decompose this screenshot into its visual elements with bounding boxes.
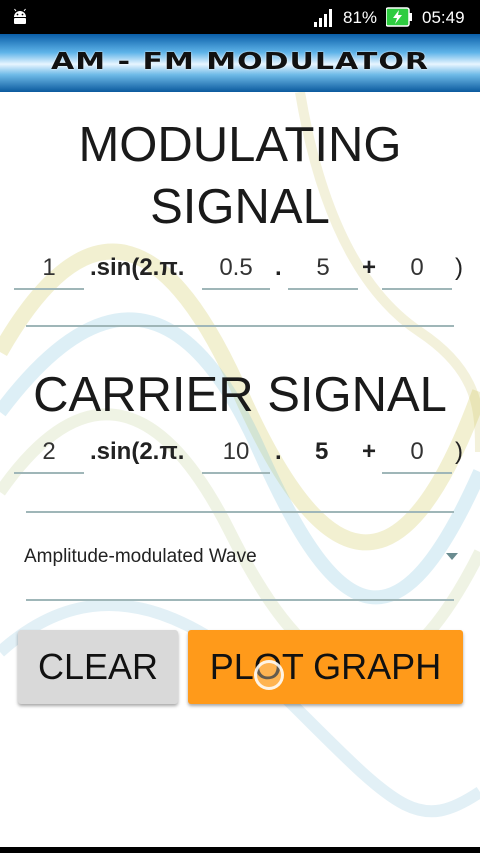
dropdown-arrow-icon <box>446 553 458 560</box>
battery-percentage: 81% <box>343 8 378 27</box>
dropdown-divider <box>26 599 454 601</box>
app-banner: AM - FM MODULATOR <box>0 34 480 92</box>
carrier-time-value: 5 <box>315 438 329 465</box>
modulating-phase-input[interactable]: 0 <box>382 248 452 290</box>
modulating-frequency-input[interactable]: 0.5 <box>202 248 270 290</box>
carrier-plus-label: + <box>362 438 377 465</box>
app-screen: 81% 05:49 AM - FM MODULATOR MODULATING S… <box>0 0 480 853</box>
modulating-sin-label: .sin(2.π. <box>90 254 185 281</box>
modulating-plus-label: + <box>362 254 377 281</box>
banner-title: AM - FM MODULATOR <box>51 47 429 76</box>
battery-charging-icon <box>386 7 412 27</box>
carrier-sin-label: .sin(2.π. <box>90 438 185 465</box>
clear-button[interactable]: CLEAR <box>18 630 178 704</box>
carrier-frequency-input[interactable]: 10 <box>202 432 270 474</box>
carrier-close-paren: ) <box>455 438 463 465</box>
status-bar: 81% 05:49 <box>0 0 480 34</box>
touch-indicator <box>254 660 284 690</box>
modulating-dot-label: . <box>275 254 282 281</box>
plot-graph-button[interactable]: PLOT GRAPH <box>188 630 463 704</box>
signal-icon <box>314 9 332 27</box>
modulating-close-paren: ) <box>455 254 463 281</box>
modulating-heading-line2: SIGNAL <box>150 180 330 234</box>
carrier-amplitude-input[interactable]: 2 <box>14 432 84 474</box>
carrier-phase-input[interactable]: 0 <box>382 432 452 474</box>
android-icon <box>14 8 26 24</box>
modulating-amplitude-input[interactable]: 1 <box>14 248 84 290</box>
dropdown-selected-value: Amplitude-modulated Wave <box>24 546 257 567</box>
modulating-heading-line1: MODULATING <box>78 118 402 172</box>
clock: 05:49 <box>422 8 465 27</box>
carrier-divider <box>26 511 454 513</box>
carrier-dot-label: . <box>275 438 282 465</box>
modulating-time-input[interactable]: 5 <box>288 248 358 290</box>
carrier-heading: CARRIER SIGNAL <box>33 368 447 422</box>
bottom-edge <box>0 847 480 853</box>
modulating-divider <box>26 325 454 327</box>
